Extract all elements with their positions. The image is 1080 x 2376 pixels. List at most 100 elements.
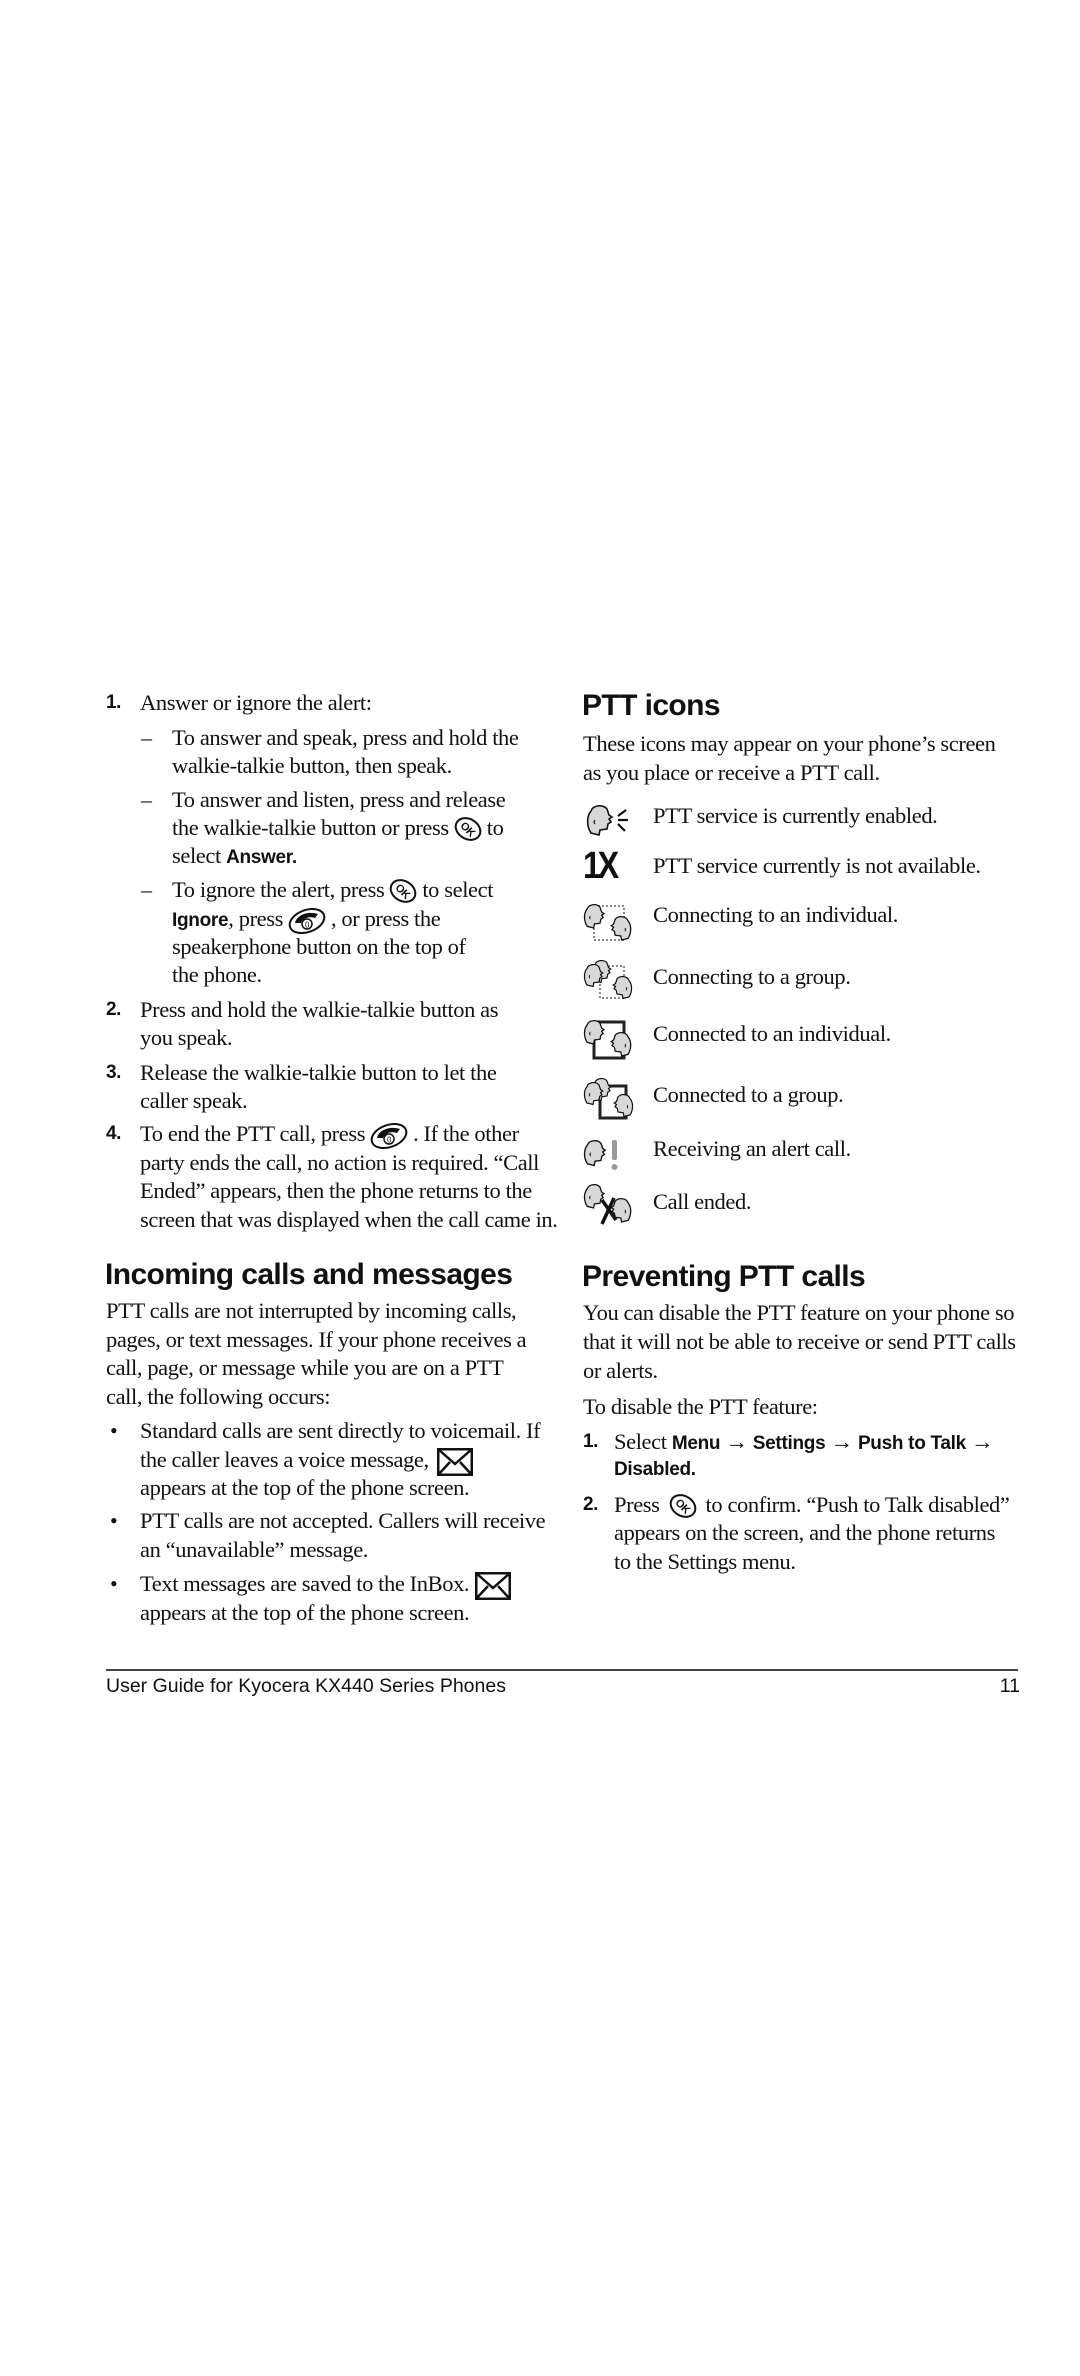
- step-number: 1.: [583, 1431, 599, 1452]
- bullet: •: [110, 1571, 118, 1596]
- ptt-enabled-icon: [586, 804, 628, 836]
- arrow: →: [830, 1429, 854, 1454]
- step-line: caller speak.: [140, 1088, 248, 1113]
- incoming-calls-heading: Incoming calls and messages: [105, 1258, 513, 1291]
- disabled-label: Disabled.: [614, 1459, 696, 1480]
- 1x-icon: 1X: [583, 845, 619, 887]
- paragraph-line: or alerts.: [583, 1358, 658, 1383]
- icon-description: Connecting to a group.: [653, 964, 851, 989]
- icon-description: Connected to an individual.: [653, 1021, 891, 1046]
- text: . If the other: [413, 1121, 519, 1146]
- arrow: →: [725, 1429, 748, 1454]
- step-line: screen that was displayed when the call …: [140, 1207, 558, 1232]
- sub-step-line: walkie-talkie button, then speak.: [172, 753, 452, 778]
- preventing-ptt-heading: Preventing PTT calls: [582, 1260, 866, 1293]
- paragraph-line: call, page, or message while you are on …: [106, 1355, 504, 1380]
- ok-key-icon: [452, 816, 483, 843]
- step-text: Answer or ignore the alert:: [140, 690, 372, 715]
- end-key-icon: [286, 905, 327, 936]
- text: To end the PTT call, press: [140, 1121, 366, 1146]
- call-ended-icon: [583, 1184, 632, 1225]
- step-line: appears on the screen, and the phone ret…: [614, 1520, 995, 1545]
- settings-label: Settings: [752, 1433, 826, 1454]
- connected-individual-icon: [583, 1019, 632, 1060]
- step-number: 3.: [106, 1062, 122, 1083]
- text: to confirm. “Push to Talk disabled”: [705, 1492, 1010, 1517]
- text: the caller leaves a voice message,: [140, 1447, 429, 1472]
- bullet-line: appears at the top of the phone screen.: [140, 1475, 470, 1500]
- paragraph-line: To disable the PTT feature:: [583, 1394, 818, 1419]
- step-line: Press and hold the walkie-talkie button …: [140, 997, 499, 1022]
- text: to select: [422, 877, 494, 902]
- bullet-line: an “unavailable” message.: [140, 1537, 369, 1562]
- step-line: To end the PTT call, press . If the other: [140, 1120, 519, 1151]
- end-key-icon: [369, 1120, 410, 1151]
- dash: –: [141, 877, 152, 902]
- ptt-icons-heading: PTT icons: [582, 689, 721, 722]
- ok-key-icon: [388, 878, 419, 905]
- sub-step-line: Ignore, press , or press the: [172, 905, 441, 936]
- text: , press: [228, 906, 283, 931]
- bullet: •: [110, 1418, 118, 1443]
- icon-description: Connected to a group.: [653, 1082, 844, 1107]
- dash: –: [141, 725, 152, 750]
- step-line: Release the walkie-talkie button to let …: [140, 1060, 497, 1085]
- arrow: →: [971, 1429, 994, 1454]
- icon-description: Connecting to an individual.: [653, 902, 899, 927]
- sub-step-line: To answer and listen, press and release: [172, 787, 506, 812]
- connected-group-icon: [583, 1078, 634, 1120]
- footer-title: User Guide for Kyocera KX440 Series Phon…: [106, 1675, 506, 1697]
- text: Press: [614, 1492, 660, 1517]
- text: , or press the: [330, 906, 441, 931]
- text: To ignore the alert, press: [172, 877, 385, 902]
- paragraph-line: PTT calls are not interrupted by incomin…: [106, 1298, 517, 1323]
- text: Select: [614, 1429, 667, 1454]
- step-line: Press to confirm. “Push to Talk disabled”: [614, 1491, 1010, 1520]
- footer-divider: [106, 1669, 1018, 1671]
- dash: –: [141, 787, 152, 812]
- bullet-line: appears at the top of the phone screen.: [140, 1600, 470, 1625]
- bullet-line: the caller leaves a voice message,: [140, 1446, 477, 1476]
- alert-call-icon: [583, 1139, 618, 1170]
- menu-path: Select Menu → Settings → Push to Talk →: [614, 1428, 994, 1456]
- menu-label: Menu: [671, 1433, 721, 1454]
- text: to: [486, 815, 504, 840]
- step-number: 1.: [106, 692, 122, 713]
- icon-description: Call ended.: [653, 1189, 752, 1214]
- bullet-line: Standard calls are sent directly to voic…: [140, 1418, 541, 1443]
- step-number: 2.: [106, 999, 122, 1020]
- bullet-line: Text messages are saved to the InBox.: [140, 1570, 515, 1600]
- answer-label: Answer.: [226, 847, 297, 868]
- sub-step-line: select Answer.: [172, 842, 297, 870]
- step-number: 2.: [583, 1494, 599, 1515]
- paragraph-line: These icons may appear on your phone’s s…: [583, 731, 996, 756]
- envelope-icon: [436, 1447, 473, 1476]
- ok-key-icon: [667, 1493, 698, 1520]
- sub-step-line: the phone.: [172, 962, 262, 987]
- connecting-group-icon: [583, 960, 633, 1000]
- bullet-line: PTT calls are not accepted. Callers will…: [140, 1508, 546, 1533]
- connecting-individual-icon: [583, 903, 632, 941]
- text: select: [172, 843, 221, 868]
- step-line: Ended” appears, then the phone returns t…: [140, 1178, 532, 1203]
- step-line: party ends the call, no action is requir…: [140, 1150, 540, 1175]
- ignore-label: Ignore: [172, 910, 229, 931]
- sub-step-line: speakerphone button on the top of: [172, 934, 466, 959]
- icon-description: PTT service currently is not available.: [653, 853, 981, 878]
- icon-description: PTT service is currently enabled.: [653, 803, 938, 828]
- sub-step-line: the walkie-talkie button or press to: [172, 814, 504, 843]
- page-number: 11: [999, 1675, 1020, 1697]
- step-line: you speak.: [140, 1025, 233, 1050]
- step-number: 4.: [106, 1123, 122, 1144]
- paragraph-line: call, the following occurs:: [106, 1384, 331, 1409]
- paragraph-line: that it will not be able to receive or s…: [583, 1329, 1016, 1354]
- text: Text messages are saved to the InBox.: [140, 1571, 470, 1596]
- envelope-icon: [475, 1571, 512, 1600]
- step-line: to the Settings menu.: [614, 1549, 796, 1574]
- icon-description: Receiving an alert call.: [653, 1136, 851, 1161]
- paragraph-line: You can disable the PTT feature on your …: [583, 1300, 1015, 1325]
- paragraph-line: pages, or text messages. If your phone r…: [106, 1327, 527, 1352]
- paragraph-line: as you place or receive a PTT call.: [583, 760, 880, 785]
- sub-step-line: To answer and speak, press and hold the: [172, 725, 519, 750]
- sub-step-line: To ignore the alert, press to select: [172, 876, 494, 905]
